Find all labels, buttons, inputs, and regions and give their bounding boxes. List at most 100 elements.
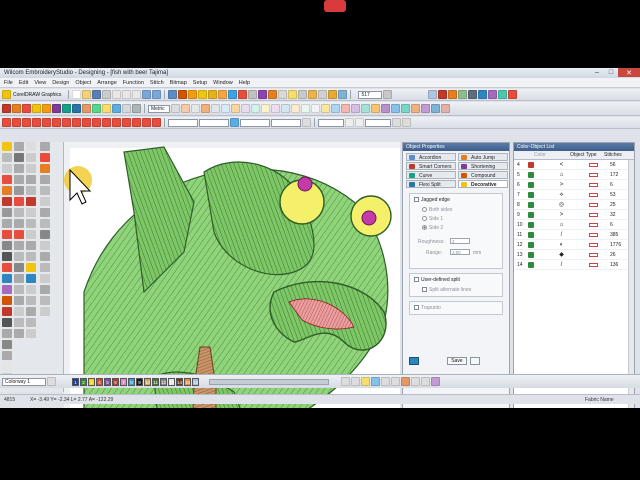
palette-color-swatch[interactable]: 3 [88,377,95,386]
redo-icon[interactable] [152,90,162,99]
stitch-red-icon[interactable] [62,118,71,127]
outline-type-icon[interactable] [191,104,200,113]
stamp-tool-icon[interactable] [14,197,24,206]
stitch-forward-icon[interactable] [351,377,360,386]
sequin-icon[interactable] [411,104,420,113]
jump-icon[interactable] [401,377,410,386]
list-item[interactable]: 5 ⌂ 172 [514,171,628,180]
lettering-icon[interactable] [122,104,131,113]
pan-icon[interactable] [278,90,288,99]
dropdown-icon[interactable] [47,377,56,386]
color-swatch[interactable] [528,162,534,168]
panel-tool-icon[interactable] [40,241,50,250]
skew-field[interactable] [365,118,391,127]
range-input[interactable]: 3.00 [450,249,470,255]
user-split-checkbox[interactable]: User-defined split [414,277,460,283]
sub-tool-icon[interactable] [26,142,36,151]
stop-icon[interactable] [421,377,430,386]
palette-color-swatch[interactable]: 15 [184,377,191,386]
palette-color-swatch[interactable]: 6 [112,377,119,386]
angle-field[interactable] [318,118,344,127]
stitch-red-icon[interactable] [102,118,111,127]
options-icon[interactable] [298,90,308,99]
color-swatch[interactable] [528,212,534,218]
list-item[interactable]: 8 ◎ 25 [514,201,628,210]
stitch-player-icon[interactable] [168,90,178,99]
spiral-tool-icon[interactable] [14,208,24,217]
help-icon[interactable] [508,90,518,99]
outline-tool-icon[interactable] [14,307,24,316]
stitch-angle-icon[interactable] [331,104,340,113]
colorway-select[interactable]: Colorway 1 [2,377,46,386]
panel-tool-icon[interactable] [40,142,50,151]
select-tool-icon[interactable] [2,142,12,151]
measure-icon[interactable] [288,90,298,99]
panel-tool-icon[interactable] [40,252,50,261]
list-item[interactable]: 12 ◐ 1776 [514,241,628,250]
color-swatch[interactable] [528,262,534,268]
height-field[interactable] [271,118,301,127]
horizontal-scrollbar[interactable] [209,378,329,385]
triple-tool-icon[interactable] [14,241,24,250]
panel-tool-icon[interactable] [40,263,50,272]
show-bitmap-icon[interactable] [208,90,218,99]
list-item[interactable]: 7 ⟡ 53 [514,191,628,200]
filter-icon[interactable] [431,377,440,386]
input-c-icon[interactable] [22,104,31,113]
lock-icon[interactable] [321,104,330,113]
menu-design[interactable]: Design [52,80,69,86]
new-icon[interactable] [72,90,82,99]
palette-color-swatch[interactable]: 5 [104,377,111,386]
sub-tool-icon[interactable] [26,274,36,283]
trapunto-checkbox[interactable]: Trapunto [414,305,441,311]
stitch-red-icon[interactable] [12,118,21,127]
paste-icon[interactable] [132,90,142,99]
open-icon[interactable] [82,90,92,99]
sub-tool-icon[interactable] [26,252,36,261]
column-stitches[interactable]: Stitches [604,152,622,158]
palette-color-swatch[interactable]: 10 [144,377,151,386]
stitch-red-icon[interactable] [152,118,161,127]
3d-view-icon[interactable] [228,90,238,99]
sub-tool-icon[interactable] [26,164,36,173]
width-field[interactable] [240,118,270,127]
lettering-tool-icon[interactable] [2,252,12,261]
column-b-icon[interactable] [42,104,51,113]
zoom-tool-icon[interactable] [2,340,12,349]
panel-tool-icon[interactable] [40,186,50,195]
object-icon[interactable] [361,377,370,386]
palette-color-swatch[interactable]: 12 [160,377,167,386]
menu-arrange[interactable]: Arrange [97,80,117,86]
group-icon[interactable] [311,104,320,113]
turning-tool-icon[interactable] [14,175,24,184]
mirror-h-icon[interactable] [392,118,401,127]
monitor-icon[interactable] [468,90,478,99]
zoom-icon[interactable] [268,90,278,99]
stitch-red-icon[interactable] [52,118,61,127]
tab-decorative[interactable]: Decorative [458,180,508,188]
underlay-icon[interactable] [211,104,220,113]
outline-icon[interactable] [431,104,440,113]
palette-color-swatch[interactable]: 16 [192,377,199,386]
menu-setup[interactable]: Setup [193,80,207,86]
menu-function[interactable]: Function [123,80,144,86]
polygon-tool-icon[interactable] [2,329,12,338]
coreldraw-icon[interactable] [2,90,11,99]
y-position-field[interactable] [199,118,229,127]
panel-tool-icon[interactable] [40,197,50,206]
menu-help[interactable]: Help [239,80,250,86]
both-sides-radio[interactable]: Both sides [422,207,452,213]
stitch-red-icon[interactable] [72,118,81,127]
backstitch-icon[interactable] [112,104,121,113]
satin-tool-icon[interactable] [14,153,24,162]
turning-icon[interactable] [82,104,91,113]
stitch-red-icon[interactable] [2,118,11,127]
shaping-icon[interactable] [231,104,240,113]
maximize-button[interactable]: □ [604,68,618,77]
knife-icon[interactable] [341,104,350,113]
zoom-field[interactable]: 517 [358,90,383,99]
tab-compound-chenille[interactable]: Compound Chenille [458,171,508,187]
rotate-left-icon[interactable] [345,118,354,127]
fill-type-icon[interactable] [181,104,190,113]
show-stitches-icon[interactable] [188,90,198,99]
